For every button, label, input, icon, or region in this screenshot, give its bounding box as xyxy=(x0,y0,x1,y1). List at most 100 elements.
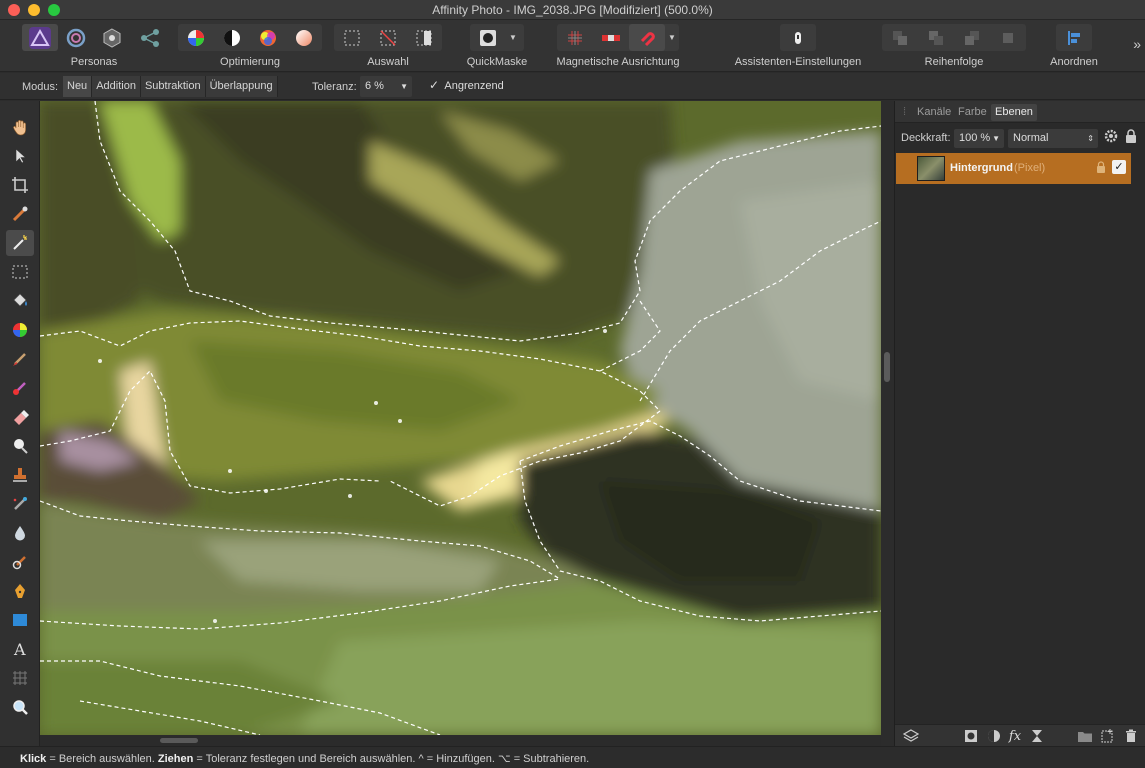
context-toolbar: Modus: Neu Addition Subtraktion Überlapp… xyxy=(0,73,1145,100)
mode-add-button[interactable]: Addition xyxy=(92,76,141,97)
move-to-front-button[interactable] xyxy=(990,24,1026,51)
colors-icon xyxy=(260,29,276,46)
layer-visibility-checkbox[interactable]: ✓ xyxy=(1112,160,1126,174)
marquee-tool[interactable] xyxy=(6,259,34,285)
zoom-tool[interactable] xyxy=(6,694,34,720)
fill-tool[interactable] xyxy=(6,288,34,314)
new-layer-icon xyxy=(1101,729,1113,743)
healing-tool[interactable] xyxy=(6,491,34,517)
toolbar-overflow-icon[interactable]: » xyxy=(1133,36,1141,52)
view-tool[interactable] xyxy=(6,114,34,140)
mode-intersect-button[interactable]: Überlappung xyxy=(205,76,278,97)
invert-selection-button[interactable] xyxy=(406,24,442,51)
snapping-grid-button[interactable] xyxy=(557,24,593,51)
scroll-thumb[interactable] xyxy=(160,738,198,743)
quickmask-button[interactable] xyxy=(470,24,506,51)
gear-icon xyxy=(1104,129,1118,143)
flood-select-tool[interactable] xyxy=(6,230,34,256)
magnet-icon xyxy=(640,31,655,46)
mode-new-button[interactable]: Neu xyxy=(63,76,93,97)
pen-tool[interactable] xyxy=(6,578,34,604)
add-adjustment-button[interactable] xyxy=(986,729,1002,743)
hourglass-icon xyxy=(1032,730,1042,742)
crop-tool[interactable] xyxy=(6,172,34,198)
add-group-button[interactable] xyxy=(1077,729,1093,743)
selection-brush-tool[interactable] xyxy=(6,201,34,227)
export-persona-button[interactable] xyxy=(135,24,165,51)
auswahl-group xyxy=(334,24,442,51)
auto-contrast-button[interactable] xyxy=(214,24,250,51)
mode-subtract-button[interactable]: Subtraktion xyxy=(140,76,206,97)
photo-persona-button[interactable] xyxy=(22,24,58,51)
develop-persona-button[interactable] xyxy=(94,24,130,51)
auto-white-balance-button[interactable] xyxy=(286,24,322,51)
canvas-image xyxy=(40,101,881,735)
blur-tool[interactable] xyxy=(6,520,34,546)
horizontal-scrollbar[interactable] xyxy=(40,735,881,746)
assistant-button[interactable] xyxy=(780,24,816,51)
move-forward-one-button[interactable] xyxy=(954,24,990,51)
share-group xyxy=(135,24,165,51)
fx-icon[interactable]: fx xyxy=(1007,729,1023,744)
color-tool[interactable] xyxy=(6,317,34,343)
select-all-icon xyxy=(344,30,360,45)
tolerance-dropdown[interactable]: 6 % ▼ xyxy=(360,76,412,97)
opacity-dropdown[interactable]: 100 % ▼ xyxy=(954,129,1004,148)
snapping-dropdown-icon[interactable]: ▼ xyxy=(665,33,679,42)
mask-icon xyxy=(965,730,977,742)
move-back-one-button[interactable] xyxy=(918,24,954,51)
add-live-filter-button[interactable] xyxy=(1029,729,1045,743)
contiguous-checkbox[interactable]: ✓ Angrenzend xyxy=(429,78,504,92)
layers-stack-button[interactable] xyxy=(903,729,919,743)
select-all-button[interactable] xyxy=(334,24,370,51)
main-toolbar: Personas Optimierung Auswahl ▼ QuickMask… xyxy=(0,20,1145,72)
quickmaske-label: QuickMaske xyxy=(466,56,528,68)
lock-icon xyxy=(1126,129,1136,143)
snapping-options-button[interactable] xyxy=(593,24,629,51)
align-button[interactable] xyxy=(1056,24,1092,51)
auto-colors-button[interactable] xyxy=(250,24,286,51)
rectangle-shape-icon xyxy=(13,614,27,626)
status-drag-text: = Toleranz festlegen und Bereich auswähl… xyxy=(193,753,590,765)
document-canvas[interactable] xyxy=(40,101,881,735)
blend-mode-dropdown[interactable]: Normal ⇕ xyxy=(1008,129,1098,148)
color-replacement-tool[interactable] xyxy=(6,375,34,401)
layer-lock-toggle[interactable] xyxy=(1096,161,1106,176)
smudge-tool[interactable] xyxy=(6,549,34,575)
pointer-icon xyxy=(15,148,27,164)
invert-selection-icon xyxy=(416,30,432,45)
dodge-tool[interactable] xyxy=(6,433,34,459)
trash-icon xyxy=(1126,729,1136,742)
add-pixel-layer-button[interactable] xyxy=(1099,729,1115,743)
tab-color[interactable]: Farbe xyxy=(958,106,987,118)
quickmask-dropdown-icon[interactable]: ▼ xyxy=(506,33,520,42)
pen-nib-icon xyxy=(15,584,25,598)
auto-levels-button[interactable] xyxy=(178,24,214,51)
erase-tool[interactable] xyxy=(6,404,34,430)
snapping-toggle-button[interactable] xyxy=(629,24,665,51)
tab-layers[interactable]: Ebenen xyxy=(991,104,1037,121)
delete-layer-button[interactable] xyxy=(1123,729,1139,743)
layer-row[interactable]: Hintergrund (Pixel) ✓ xyxy=(896,153,1131,184)
deselect-button[interactable] xyxy=(370,24,406,51)
mesh-warp-tool[interactable] xyxy=(6,665,34,691)
panel-resize-handle[interactable] xyxy=(884,352,890,382)
eraser-icon xyxy=(14,410,29,425)
text-tool[interactable]: A xyxy=(6,636,34,662)
layer-settings-button[interactable] xyxy=(1104,129,1118,146)
hand-icon xyxy=(13,120,26,136)
selection-brush-icon xyxy=(12,206,28,222)
layer-lock-button[interactable] xyxy=(1125,129,1137,146)
quickmaske-group: ▼ xyxy=(470,24,524,51)
shape-tool[interactable] xyxy=(6,607,34,633)
tolerance-value: 6 % xyxy=(365,80,384,92)
tab-channels[interactable]: Kanäle xyxy=(917,106,951,118)
panel-grip-icon[interactable]: ⁞ xyxy=(903,106,906,118)
add-mask-button[interactable] xyxy=(963,729,979,743)
paint-brush-tool[interactable] xyxy=(6,346,34,372)
move-to-back-button[interactable] xyxy=(882,24,918,51)
clone-tool[interactable] xyxy=(6,462,34,488)
move-tool[interactable] xyxy=(6,143,34,169)
liquify-persona-button[interactable] xyxy=(58,24,94,51)
contrast-icon xyxy=(224,29,240,46)
